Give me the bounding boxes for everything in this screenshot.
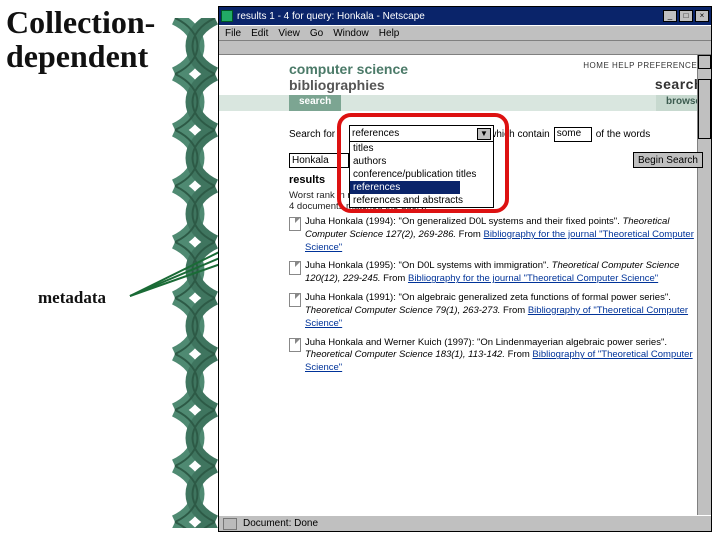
netscape-icon	[221, 10, 233, 22]
tabs-row: search browse	[219, 95, 711, 111]
list-item: Juha Honkala and Werner Kuich (1997): "O…	[289, 337, 703, 375]
begin-search-button[interactable]: Begin Search	[633, 152, 703, 168]
list-item: Juha Honkala (1994): "On generalized D0L…	[289, 216, 703, 254]
list-item: Juha Honkala (1995): "On D0L systems wit…	[289, 260, 703, 286]
document-icon	[289, 261, 301, 275]
menu-go[interactable]: Go	[310, 28, 323, 39]
list-item: Juha Honkala (1991): "On algebraic gener…	[289, 292, 703, 330]
tab-search[interactable]: search	[289, 95, 341, 111]
document-icon	[289, 217, 301, 231]
search-heading: search	[583, 76, 703, 92]
site-brand: computer science bibliographies	[289, 61, 408, 93]
field-option[interactable]: references	[350, 181, 460, 194]
maximize-button[interactable]: □	[679, 10, 693, 22]
menu-view[interactable]: View	[278, 28, 300, 39]
query-input[interactable]	[289, 153, 349, 168]
chevron-down-icon[interactable]: ▼	[477, 128, 491, 140]
results-list: Juha Honkala (1994): "On generalized D0L…	[219, 216, 711, 385]
menu-file[interactable]: File	[225, 28, 241, 39]
menu-window[interactable]: Window	[333, 28, 369, 39]
source-link[interactable]: Bibliography for the journal "Theoretica…	[408, 273, 658, 284]
field-option[interactable]: authors	[350, 155, 493, 168]
top-links[interactable]: HOME HELP PREFERENCES search	[583, 61, 703, 92]
titlebar[interactable]: results 1 - 4 for query: Honkala - Netsc…	[219, 7, 711, 25]
status-icon	[223, 518, 237, 530]
field-option[interactable]: titles	[350, 142, 493, 155]
menu-help[interactable]: Help	[379, 28, 400, 39]
menu-edit[interactable]: Edit	[251, 28, 268, 39]
some-select[interactable]: some	[554, 127, 592, 142]
close-button[interactable]: ×	[695, 10, 709, 22]
braid-decoration	[165, 18, 225, 528]
field-option[interactable]: references and abstracts	[350, 194, 493, 207]
status-text: Document: Done	[243, 518, 318, 529]
toolbar	[219, 41, 711, 55]
window-title: results 1 - 4 for query: Honkala - Netsc…	[237, 11, 659, 22]
document-icon	[289, 293, 301, 307]
browser-window: results 1 - 4 for query: Honkala - Netsc…	[218, 6, 712, 532]
slide-title: Collection- dependent	[6, 6, 155, 73]
field-option[interactable]: conference/publication titles	[350, 168, 493, 181]
metadata-annotation: metadata	[38, 288, 106, 308]
label-searchfor: Search for	[289, 129, 335, 140]
minimize-button[interactable]: _	[663, 10, 677, 22]
label-ofwords: of the words	[596, 129, 650, 140]
label-whichcontain: which contain	[489, 129, 550, 140]
field-select[interactable]: references ▼ titlesauthorsconference/pub…	[349, 125, 494, 208]
document-icon	[289, 338, 301, 352]
search-form: Search for references ▼ titlesauthorscon…	[219, 111, 711, 172]
menubar: File Edit View Go Window Help	[219, 25, 711, 41]
field-select-value: references	[352, 128, 399, 139]
scroll-up-button[interactable]	[698, 55, 711, 69]
statusbar: Document: Done	[219, 515, 711, 531]
